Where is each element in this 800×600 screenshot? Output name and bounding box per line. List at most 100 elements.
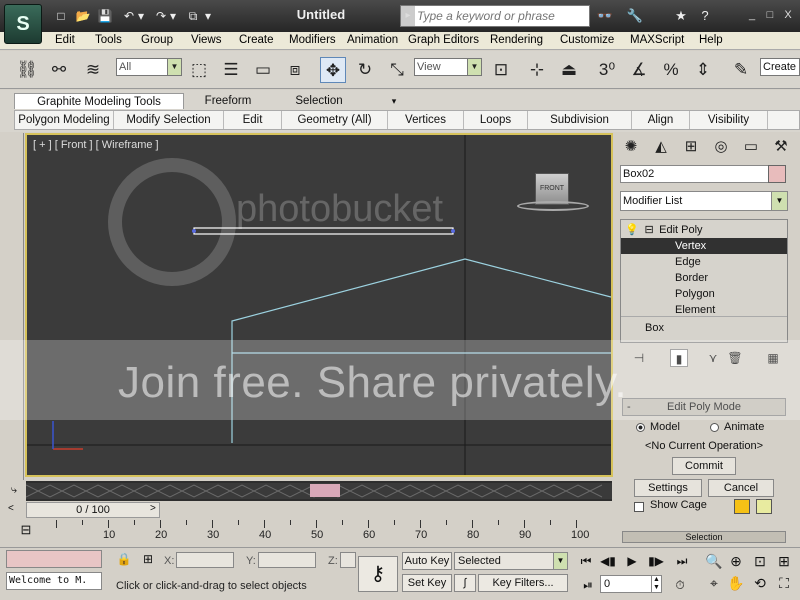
stack-item-box[interactable]: Box — [621, 320, 787, 336]
transform-type-in-icon[interactable]: ⊞ — [140, 552, 156, 568]
open-mini-curve-editor-icon[interactable]: ⤷ — [6, 484, 22, 500]
default-in-out-tangent-icon[interactable]: ∫ — [454, 574, 476, 592]
menu-modifiers[interactable]: Modifiers — [289, 34, 336, 46]
track-bar[interactable] — [25, 481, 612, 501]
edit-named-selection-icon[interactable]: ✎ — [728, 57, 754, 83]
front-viewport[interactable]: [ + ] [ Front ] [ Wireframe ] FRONT — [25, 133, 613, 477]
time-configuration-icon[interactable]: ⏱ — [670, 576, 690, 594]
key-filters-button[interactable]: Key Filters... — [478, 574, 568, 592]
close-button[interactable]: X — [780, 8, 796, 22]
zoom-icon[interactable]: 🔍 — [704, 552, 724, 570]
selection-rollout-header[interactable]: Selection — [622, 531, 786, 543]
viewport-label[interactable]: [ + ] [ Front ] [ Wireframe ] — [33, 139, 159, 151]
next-frame-icon[interactable]: ▮▶ — [646, 552, 666, 570]
object-name-field[interactable]: Box02 — [620, 165, 780, 183]
open-file-icon[interactable]: 📂 — [74, 8, 92, 24]
maximize-button[interactable]: □ — [762, 8, 778, 22]
tab-graphite-modeling-tools[interactable]: Graphite Modeling Tools — [14, 93, 184, 109]
panel-loops[interactable]: Loops — [464, 111, 528, 129]
panel-edit[interactable]: Edit — [224, 111, 282, 129]
auto-key-button[interactable]: Auto Key — [402, 552, 452, 570]
current-frame-field[interactable]: 0 ▲ ▼ — [600, 575, 662, 593]
maximize-viewport-icon[interactable]: ⛶ — [774, 574, 794, 592]
panel-align[interactable]: Align — [632, 111, 690, 129]
tab-selection[interactable]: Selection — [280, 93, 358, 109]
panel-polygon-modeling[interactable]: Polygon Modeling — [15, 111, 114, 129]
project-folder-icon[interactable]: ⧉ — [184, 8, 202, 24]
minimize-button[interactable]: _ — [744, 8, 760, 22]
menu-views[interactable]: Views — [191, 34, 221, 46]
save-file-icon[interactable]: 💾 — [96, 8, 114, 24]
window-crossing-icon[interactable]: ⧈ — [282, 57, 308, 83]
set-key-icon[interactable]: ⚷ — [358, 556, 398, 592]
ribbon-minimize-icon[interactable]: ▾ — [386, 93, 402, 109]
redo-dropdown-icon[interactable]: ▾ — [168, 8, 178, 24]
named-selection-set-field[interactable]: Create — [760, 58, 800, 76]
pivot-center-icon[interactable]: ⊡ — [488, 57, 514, 83]
select-by-name-icon[interactable]: ☰ — [218, 57, 244, 83]
maxscript-listener-output[interactable]: Welcome to M. — [6, 572, 102, 590]
menu-maxscript[interactable]: MAXScript — [630, 34, 684, 46]
reference-coordinate-dropdown[interactable]: View ▼ — [414, 58, 482, 76]
cage-color-swatch[interactable] — [734, 499, 750, 514]
panel-geometry-all[interactable]: Geometry (All) — [282, 111, 388, 129]
menu-graph-editors[interactable]: Graph Editors — [408, 34, 479, 46]
stack-subobject-border[interactable]: Border — [621, 270, 787, 286]
percent-snap-icon[interactable]: % — [658, 57, 684, 83]
y-coordinate-field[interactable] — [258, 552, 316, 568]
key-mode-toggle-icon[interactable]: ⏯ — [578, 576, 598, 594]
z-coordinate-field[interactable] — [340, 552, 356, 568]
menu-rendering[interactable]: Rendering — [490, 34, 543, 46]
keyboard-shortcut-override-icon[interactable]: ⏏ — [556, 57, 582, 83]
menu-tools[interactable]: Tools — [95, 34, 122, 46]
motion-tab-icon[interactable]: ◎ — [708, 135, 734, 159]
selection-filter-dropdown[interactable]: All ▼ — [116, 58, 182, 76]
menu-help[interactable]: Help — [699, 34, 723, 46]
panel-modify-selection[interactable]: Modify Selection — [114, 111, 224, 129]
maxscript-listener-input[interactable] — [6, 550, 102, 568]
snaps-toggle-icon[interactable]: 3⁰ — [594, 57, 620, 83]
quick-access-dropdown-icon[interactable]: ▾ — [202, 8, 214, 24]
cancel-button[interactable]: Cancel — [708, 479, 774, 497]
stack-subobject-polygon[interactable]: Polygon — [621, 286, 787, 302]
display-tab-icon[interactable]: ▭ — [738, 135, 764, 159]
timeline-ruler[interactable]: 10 20 30 40 50 60 70 80 90 100 — [44, 520, 612, 546]
x-coordinate-field[interactable] — [176, 552, 234, 568]
zoom-extents-icon[interactable]: ⊡ — [750, 552, 770, 570]
timeslider-prev-icon[interactable]: < — [8, 503, 20, 514]
new-file-icon[interactable]: □ — [52, 8, 70, 24]
zoom-extents-all-icon[interactable]: ⊞ — [774, 552, 794, 570]
settings-button[interactable]: Settings — [634, 479, 702, 497]
menu-group[interactable]: Group — [141, 34, 173, 46]
object-color-swatch[interactable] — [768, 165, 786, 183]
modifier-list-dropdown[interactable]: Modifier List ▼ — [620, 191, 788, 211]
angle-snap-icon[interactable]: ∡ — [626, 57, 652, 83]
select-and-scale-icon[interactable]: ⤡ — [384, 57, 410, 83]
animate-radio[interactable]: Animate — [710, 421, 764, 433]
help-icon[interactable]: ? — [696, 8, 714, 24]
zoom-all-icon[interactable]: ⊕ — [726, 552, 746, 570]
link-icon[interactable]: ⛓ — [14, 57, 40, 83]
commit-button[interactable]: Commit — [672, 457, 736, 475]
spinner-icon[interactable]: ▲ ▼ — [651, 576, 661, 592]
time-slider[interactable]: 0 / 100 — [26, 502, 160, 518]
stack-item-edit-poly[interactable]: 💡 ⊟ Edit Poly — [621, 222, 787, 238]
go-to-start-icon[interactable]: ⏮ — [576, 552, 596, 570]
stack-subobject-edge[interactable]: Edge — [621, 254, 787, 270]
play-icon[interactable]: ▶ — [622, 552, 642, 570]
selection-lock-icon[interactable]: 🔒 — [116, 552, 132, 568]
menu-animation[interactable]: Animation — [347, 34, 398, 46]
manipulate-icon[interactable]: ⊹ — [524, 57, 550, 83]
application-button-logo[interactable]: S — [4, 4, 42, 44]
menu-customize[interactable]: Customize — [560, 34, 614, 46]
create-tab-icon[interactable]: ✺ — [618, 135, 644, 159]
select-and-move-icon[interactable]: ✥ — [320, 57, 346, 83]
panel-vertices[interactable]: Vertices — [388, 111, 464, 129]
lightbulb-icon[interactable]: 💡 — [625, 222, 639, 238]
timeslider-next-icon[interactable]: > — [150, 503, 162, 514]
key-mode-dropdown[interactable]: Selected ▼ — [454, 552, 568, 570]
subscription-icon[interactable]: 🔧 — [626, 8, 644, 24]
set-key-button[interactable]: Set Key — [402, 574, 452, 592]
utilities-tab-icon[interactable]: ⚒ — [768, 135, 794, 159]
bind-space-warp-icon[interactable]: ≋ — [80, 57, 106, 83]
